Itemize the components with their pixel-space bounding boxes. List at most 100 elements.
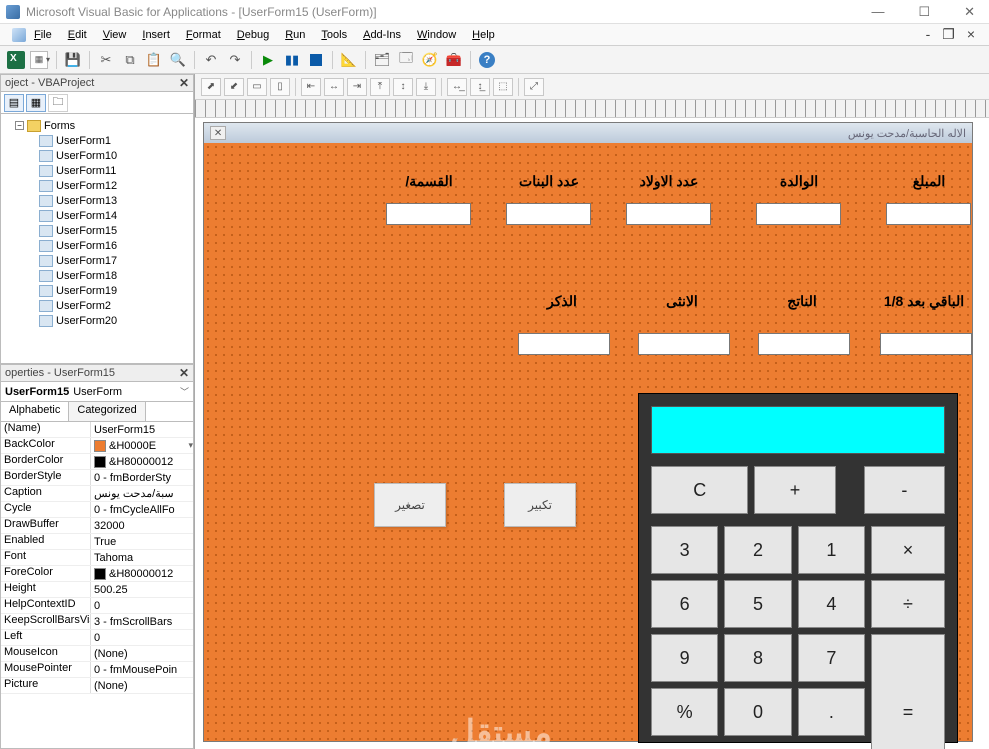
shrink-button[interactable]: تصغير xyxy=(374,483,446,527)
reset-button[interactable] xyxy=(306,50,326,70)
text-input[interactable] xyxy=(518,333,610,355)
break-button[interactable]: ▮▮ xyxy=(282,50,302,70)
tree-forms-folder[interactable]: − Forms xyxy=(3,118,191,133)
calc-button[interactable]: % xyxy=(651,688,718,736)
enlarge-button[interactable]: تكبير xyxy=(504,483,576,527)
menu-add-ins[interactable]: Add-Ins xyxy=(355,27,409,43)
cut-button[interactable]: ✂ xyxy=(96,50,116,70)
prop-row[interactable]: MouseIcon(None) xyxy=(1,646,193,662)
same-height-button[interactable]: ↕̲ xyxy=(470,78,490,96)
tree-item-userform13[interactable]: UserForm13 xyxy=(3,193,191,208)
ungroup-button[interactable]: ▯ xyxy=(270,78,290,96)
calc-button[interactable]: 6 xyxy=(651,580,718,628)
prop-row[interactable]: Picture(None) xyxy=(1,678,193,694)
undo-button[interactable]: ↶ xyxy=(201,50,221,70)
menu-run[interactable]: Run xyxy=(277,27,313,43)
prop-row[interactable]: ForeColor&H80000012 xyxy=(1,566,193,582)
userform-canvas[interactable]: الاله الحاسبة/مدحت يونس ✕ /القسمةعدد الب… xyxy=(203,122,973,742)
properties-grid[interactable]: (Name)UserForm15BackColor&H0000E▾BorderC… xyxy=(0,422,194,749)
text-input[interactable] xyxy=(758,333,850,355)
menu-file[interactable]: File xyxy=(26,27,60,43)
prop-row[interactable]: (Name)UserForm15 xyxy=(1,422,193,438)
tree-item-userform11[interactable]: UserForm11 xyxy=(3,163,191,178)
view-code-button[interactable]: ▤ xyxy=(4,94,24,112)
tree-item-userform16[interactable]: UserForm16 xyxy=(3,238,191,253)
prop-row[interactable]: BackColor&H0000E▾ xyxy=(1,438,193,454)
menu-debug[interactable]: Debug xyxy=(229,27,277,43)
project-explorer-button[interactable]: 🗂 xyxy=(372,50,392,70)
calc-button[interactable]: 5 xyxy=(724,580,791,628)
tree-item-userform1[interactable]: UserForm1 xyxy=(3,133,191,148)
toggle-folders-button[interactable]: 🗀 xyxy=(48,94,68,112)
text-input[interactable] xyxy=(386,203,471,225)
same-size-button[interactable]: ⬚ xyxy=(493,78,513,96)
align-left-button[interactable]: ⇤ xyxy=(301,78,321,96)
prop-row[interactable]: DrawBuffer32000 xyxy=(1,518,193,534)
maximize-button[interactable]: ☐ xyxy=(910,2,938,22)
calc-button[interactable]: 4 xyxy=(798,580,865,628)
prop-row[interactable]: Height500.25 xyxy=(1,582,193,598)
mdi-restore-button[interactable]: ❐ xyxy=(938,26,959,43)
align-top-button[interactable]: ⤒ xyxy=(370,78,390,96)
calc-button[interactable]: ÷ xyxy=(871,580,945,628)
prop-row[interactable]: FontTahoma xyxy=(1,550,193,566)
close-button[interactable]: ✕ xyxy=(956,2,983,22)
align-right-button[interactable]: ⇥ xyxy=(347,78,367,96)
calc-button[interactable]: 2 xyxy=(724,526,791,574)
object-browser-button[interactable]: 🧭 xyxy=(420,50,440,70)
design-mode-button[interactable]: 📐 xyxy=(339,50,359,70)
menu-window[interactable]: Window xyxy=(409,27,464,43)
calc-button[interactable]: 0 xyxy=(724,688,791,736)
view-excel-icon[interactable] xyxy=(7,51,25,69)
text-input[interactable] xyxy=(626,203,711,225)
align-middle-button[interactable]: ↕ xyxy=(393,78,413,96)
group-button[interactable]: ▭ xyxy=(247,78,267,96)
zoom-button[interactable]: ⤢ xyxy=(524,78,544,96)
calc-button[interactable]: = xyxy=(871,634,945,749)
calc-button[interactable]: C xyxy=(651,466,748,514)
prop-row[interactable]: Captionسبة/مدحت يونس xyxy=(1,486,193,502)
userform-close-icon[interactable]: ✕ xyxy=(210,126,226,140)
calc-button[interactable]: 9 xyxy=(651,634,718,682)
prop-row[interactable]: BorderStyle0 - fmBorderSty xyxy=(1,470,193,486)
tree-item-userform10[interactable]: UserForm10 xyxy=(3,148,191,163)
find-button[interactable]: 🔍 xyxy=(168,50,188,70)
calc-button[interactable]: 7 xyxy=(798,634,865,682)
prop-row[interactable]: Cycle0 - fmCycleAllFo xyxy=(1,502,193,518)
same-width-button[interactable]: ↔̲ xyxy=(447,78,467,96)
menu-tools[interactable]: Tools xyxy=(313,27,355,43)
properties-window-button[interactable]: 🗔 xyxy=(396,50,416,70)
project-pane-close-icon[interactable]: ✕ xyxy=(179,76,189,90)
paste-button[interactable]: 📋 xyxy=(144,50,164,70)
properties-object-combo[interactable]: UserForm15 UserForm ﹀ xyxy=(0,382,194,402)
prop-row[interactable]: EnabledTrue xyxy=(1,534,193,550)
tree-item-userform14[interactable]: UserForm14 xyxy=(3,208,191,223)
tree-item-userform2[interactable]: UserForm2 xyxy=(3,298,191,313)
help-button[interactable]: ? xyxy=(477,50,497,70)
save-button[interactable]: 💾 xyxy=(63,50,83,70)
insert-userform-button[interactable]: ▦▾ xyxy=(30,50,50,70)
mdi-close-button[interactable]: × xyxy=(963,26,979,43)
menu-format[interactable]: Format xyxy=(178,27,229,43)
run-button[interactable]: ▶ xyxy=(258,50,278,70)
tree-item-userform18[interactable]: UserForm18 xyxy=(3,268,191,283)
text-input[interactable] xyxy=(756,203,841,225)
prop-row[interactable]: BorderColor&H80000012 xyxy=(1,454,193,470)
project-tree[interactable]: − Forms UserForm1UserForm10UserForm11 Use… xyxy=(0,114,194,364)
tree-item-userform19[interactable]: UserForm19 xyxy=(3,283,191,298)
prop-row[interactable]: KeepScrollBarsVis3 - fmScrollBars xyxy=(1,614,193,630)
calc-button[interactable]: 8 xyxy=(724,634,791,682)
menu-view[interactable]: View xyxy=(95,27,135,43)
calc-button[interactable]: 3 xyxy=(651,526,718,574)
calc-button[interactable]: - xyxy=(864,466,945,514)
align-center-button[interactable]: ↔ xyxy=(324,78,344,96)
align-bottom-button[interactable]: ⤓ xyxy=(416,78,436,96)
menu-help[interactable]: Help xyxy=(464,27,503,43)
copy-button[interactable]: ⧉ xyxy=(120,50,140,70)
tree-item-userform20[interactable]: UserForm20 xyxy=(3,313,191,328)
prop-row[interactable]: MousePointer0 - fmMousePoin xyxy=(1,662,193,678)
menu-insert[interactable]: Insert xyxy=(134,27,178,43)
tree-item-userform17[interactable]: UserForm17 xyxy=(3,253,191,268)
prop-row[interactable]: Left0 xyxy=(1,630,193,646)
tree-item-userform15[interactable]: UserForm15 xyxy=(3,223,191,238)
